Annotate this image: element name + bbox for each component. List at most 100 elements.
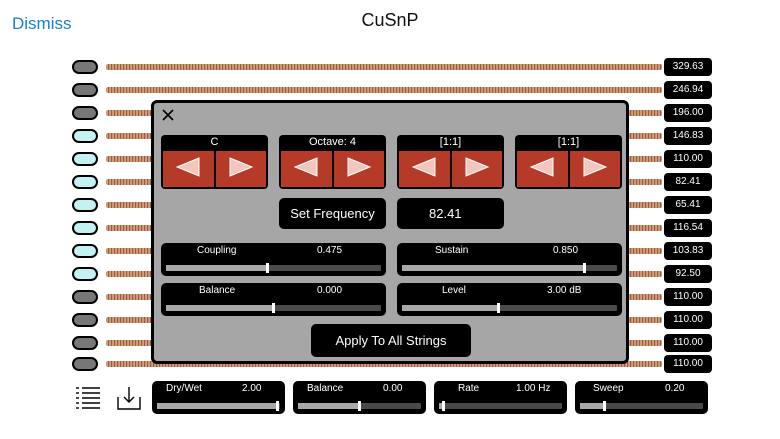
slider-balance[interactable]: Balance 0.000 (161, 283, 386, 316)
decrement-button[interactable] (163, 151, 214, 187)
string-peg[interactable] (72, 221, 98, 235)
string-wire[interactable] (106, 87, 662, 93)
string-peg[interactable] (72, 290, 98, 304)
slider-track[interactable] (166, 303, 381, 313)
effect-sweep-slider[interactable]: Sweep 0.20 (575, 381, 708, 414)
string-peg[interactable] (72, 313, 98, 327)
slider-value: 0.20 (665, 383, 685, 394)
string-frequency-label[interactable]: 196.00 (664, 104, 712, 122)
string-frequency-label[interactable]: 103.83 (664, 242, 712, 260)
slider-thumb[interactable] (271, 303, 275, 313)
string-frequency-label[interactable]: 110.00 (664, 311, 712, 329)
string-frequency-label[interactable]: 65.41 (664, 196, 712, 214)
slider-track[interactable] (157, 401, 280, 411)
slider-track[interactable] (166, 263, 381, 273)
slider-thumb[interactable] (602, 401, 606, 411)
download-tray-icon[interactable] (117, 385, 141, 411)
slider-thumb[interactable] (441, 401, 445, 411)
string-peg[interactable] (72, 357, 98, 371)
string-peg[interactable] (72, 60, 98, 74)
left-arrow-icon (529, 156, 555, 182)
slider-label: Dry/Wet (166, 383, 202, 394)
slider-label: Level (442, 285, 466, 296)
string-frequency-label[interactable]: 246.94 (664, 81, 712, 99)
string-peg[interactable] (72, 106, 98, 120)
slider-thumb[interactable] (582, 263, 586, 273)
string-peg[interactable] (72, 198, 98, 212)
string-frequency-label[interactable]: 110.00 (664, 334, 712, 352)
string-frequency-label[interactable]: 116.54 (664, 219, 712, 237)
slider-thumb[interactable] (266, 263, 270, 273)
spinner-label: Octave: 4 (308, 136, 357, 148)
right-arrow-icon (228, 156, 254, 182)
spinner: Octave: 4 (279, 135, 386, 189)
spinner: [1:1] (515, 135, 622, 189)
close-icon[interactable] (160, 107, 176, 123)
effect-dry-wet-slider[interactable]: Dry/Wet 2.00 (152, 381, 285, 414)
slider-level[interactable]: Level 3.00 dB (397, 283, 622, 316)
string-peg[interactable] (72, 244, 98, 258)
slider-value: 0.00 (383, 383, 403, 394)
slider-label: Sustain (435, 245, 469, 256)
effect-rate-slider[interactable]: Rate 1.00 Hz (434, 381, 567, 414)
slider-thumb[interactable] (275, 401, 279, 411)
spinner-label: [1:1] (557, 136, 580, 148)
spinner: [1:1] (397, 135, 504, 189)
string-peg[interactable] (72, 267, 98, 281)
slider-value: 3.00 dB (547, 285, 582, 296)
string-peg[interactable] (72, 336, 98, 350)
slider-track[interactable] (402, 303, 617, 313)
slider-thumb[interactable] (496, 303, 500, 313)
set-frequency-button[interactable]: Set Frequency (279, 198, 386, 229)
string-frequency-label[interactable]: 92.50 (664, 265, 712, 283)
spinner: C (161, 135, 268, 189)
string-frequency-label[interactable]: 82.41 (664, 173, 712, 191)
string-wire[interactable] (106, 64, 662, 70)
slider-track[interactable] (580, 401, 703, 411)
left-arrow-icon (411, 156, 437, 182)
apply-to-all-strings-button[interactable]: Apply To All Strings (311, 324, 471, 357)
slider-value: 1.00 Hz (516, 383, 551, 394)
string-peg[interactable] (72, 152, 98, 166)
decrement-button[interactable] (517, 151, 568, 187)
slider-label: Balance (199, 285, 236, 296)
slider-track[interactable] (439, 401, 562, 411)
page-title: CuSnP (361, 10, 419, 30)
slider-label: Coupling (197, 245, 237, 256)
slider-coupling[interactable]: Coupling 0.475 (161, 243, 386, 276)
increment-button[interactable] (451, 151, 502, 187)
increment-button[interactable] (333, 151, 384, 187)
string-frequency-label[interactable]: 146.83 (664, 127, 712, 145)
slider-track[interactable] (402, 263, 617, 273)
right-arrow-icon (346, 156, 372, 182)
string-frequency-label[interactable]: 110.00 (664, 288, 712, 306)
slider-value: 2.00 (242, 383, 262, 394)
string-frequency-label[interactable]: 110.00 (664, 355, 712, 373)
slider-thumb[interactable] (357, 401, 361, 411)
increment-button[interactable] (215, 151, 266, 187)
increment-button[interactable] (569, 151, 620, 187)
effect-balance-slider[interactable]: Balance 0.00 (293, 381, 426, 414)
frequency-field[interactable]: 82.41 (397, 198, 504, 229)
decrement-button[interactable] (281, 151, 332, 187)
spinner-label: [1:1] (439, 136, 462, 148)
string-settings-dialog: C Octave: 4 [1:1] [1:1] Set Frequency 82.41… (151, 100, 629, 364)
string-row: 329.63 (72, 58, 712, 76)
string-peg[interactable] (72, 129, 98, 143)
left-arrow-icon (293, 156, 319, 182)
left-arrow-icon (175, 156, 201, 182)
slider-label: Sweep (593, 383, 624, 394)
right-arrow-icon (464, 156, 490, 182)
slider-value: 0.850 (553, 245, 579, 256)
string-frequency-label[interactable]: 110.00 (664, 150, 712, 168)
string-frequency-label[interactable]: 329.63 (664, 58, 712, 76)
string-row: 246.94 (72, 81, 712, 99)
decrement-button[interactable] (399, 151, 450, 187)
list-icon[interactable] (75, 385, 101, 411)
slider-track[interactable] (298, 401, 421, 411)
string-peg[interactable] (72, 175, 98, 189)
spinner-label: C (210, 136, 219, 148)
slider-sustain[interactable]: Sustain 0.850 (397, 243, 622, 276)
slider-value: 0.000 (317, 285, 343, 296)
string-peg[interactable] (72, 83, 98, 97)
